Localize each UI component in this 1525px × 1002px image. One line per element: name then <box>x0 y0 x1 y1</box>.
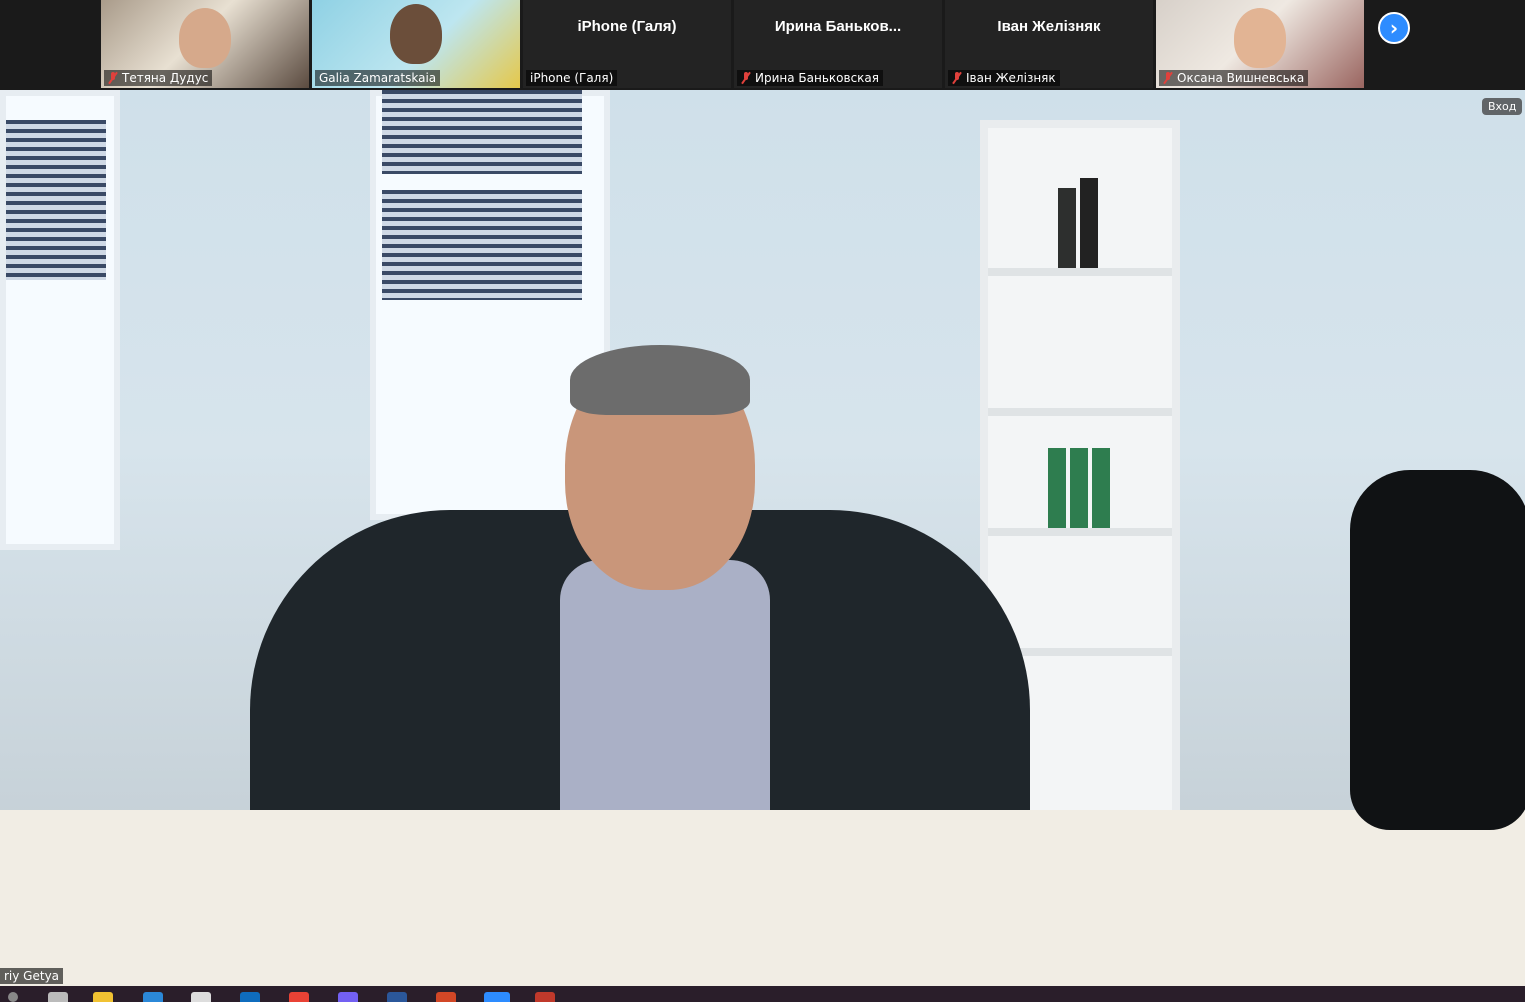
speaker-name-tag: riy Getya <box>0 968 64 984</box>
desk-lamp <box>1350 470 1525 830</box>
powerpoint-icon[interactable] <box>436 992 456 1002</box>
participant-display-name: Іван Желізняк <box>997 18 1101 35</box>
desk <box>0 810 1525 986</box>
participant-name: Тетяна Дудус <box>122 71 209 85</box>
participant-name: Ирина Баньковская <box>755 71 879 85</box>
background-blind <box>382 190 582 300</box>
participant-tile[interactable]: iPhone (Галя) iPhone (Галя) <box>523 0 731 88</box>
participant-tile[interactable]: Іван Желізняк Іван Желізняк <box>945 0 1153 88</box>
enter-badge[interactable]: Вход <box>1482 98 1523 115</box>
participant-caption: Тетяна Дудус <box>104 70 213 86</box>
participant-video <box>1234 8 1286 68</box>
participant-tile[interactable]: Galia Zamaratskaia <box>312 0 520 88</box>
participant-name: Іван Желізняк <box>966 71 1056 85</box>
mic-muted-icon <box>1163 72 1173 84</box>
participant-caption: Galia Zamaratskaia <box>315 70 441 86</box>
gallery-strip: Тетяна Дудус Galia Zamaratskaia iPhone (… <box>0 0 1525 90</box>
mic-muted-icon <box>108 72 118 84</box>
active-speaker-video[interactable]: Вход riy Getya <box>0 90 1525 986</box>
participant-video <box>390 4 442 64</box>
participant-name: iPhone (Галя) <box>530 71 614 85</box>
word-icon[interactable] <box>387 992 407 1002</box>
participant-tile[interactable]: Ирина Баньков... Ирина Баньковская <box>734 0 942 88</box>
app-icon[interactable] <box>191 992 211 1002</box>
viber-icon[interactable] <box>338 992 358 1002</box>
gallery-next-button[interactable]: › <box>1378 12 1410 44</box>
participant-caption: Іван Желізняк <box>948 70 1060 86</box>
background-blind <box>382 90 582 174</box>
file-explorer-icon[interactable] <box>93 992 113 1002</box>
participant-caption: iPhone (Галя) <box>526 70 618 86</box>
chrome-icon[interactable] <box>289 992 309 1002</box>
participant-tile[interactable]: Оксана Вишневська <box>1156 0 1364 88</box>
participant-name: Оксана Вишневська <box>1177 71 1305 85</box>
speaker-hair <box>570 345 750 415</box>
taskbar <box>0 986 1525 1002</box>
task-view-icon[interactable] <box>48 992 68 1002</box>
participant-tile[interactable]: Тетяна Дудус <box>101 0 309 88</box>
search-icon[interactable] <box>8 992 18 1002</box>
participant-caption: Оксана Вишневська <box>1159 70 1309 86</box>
chevron-right-icon: › <box>1389 16 1399 40</box>
outlook-icon[interactable] <box>240 992 260 1002</box>
participant-display-name: iPhone (Галя) <box>577 18 677 35</box>
participant-caption: Ирина Баньковская <box>737 70 883 86</box>
zoom-icon[interactable] <box>484 992 510 1002</box>
participant-name: Galia Zamaratskaia <box>319 71 437 85</box>
participant-video <box>179 8 231 68</box>
participant-display-name: Ирина Баньков... <box>774 18 902 35</box>
background-blind <box>6 120 106 280</box>
mic-muted-icon <box>741 72 751 84</box>
mic-muted-icon <box>952 72 962 84</box>
app-icon[interactable] <box>535 992 555 1002</box>
edge-icon[interactable] <box>143 992 163 1002</box>
